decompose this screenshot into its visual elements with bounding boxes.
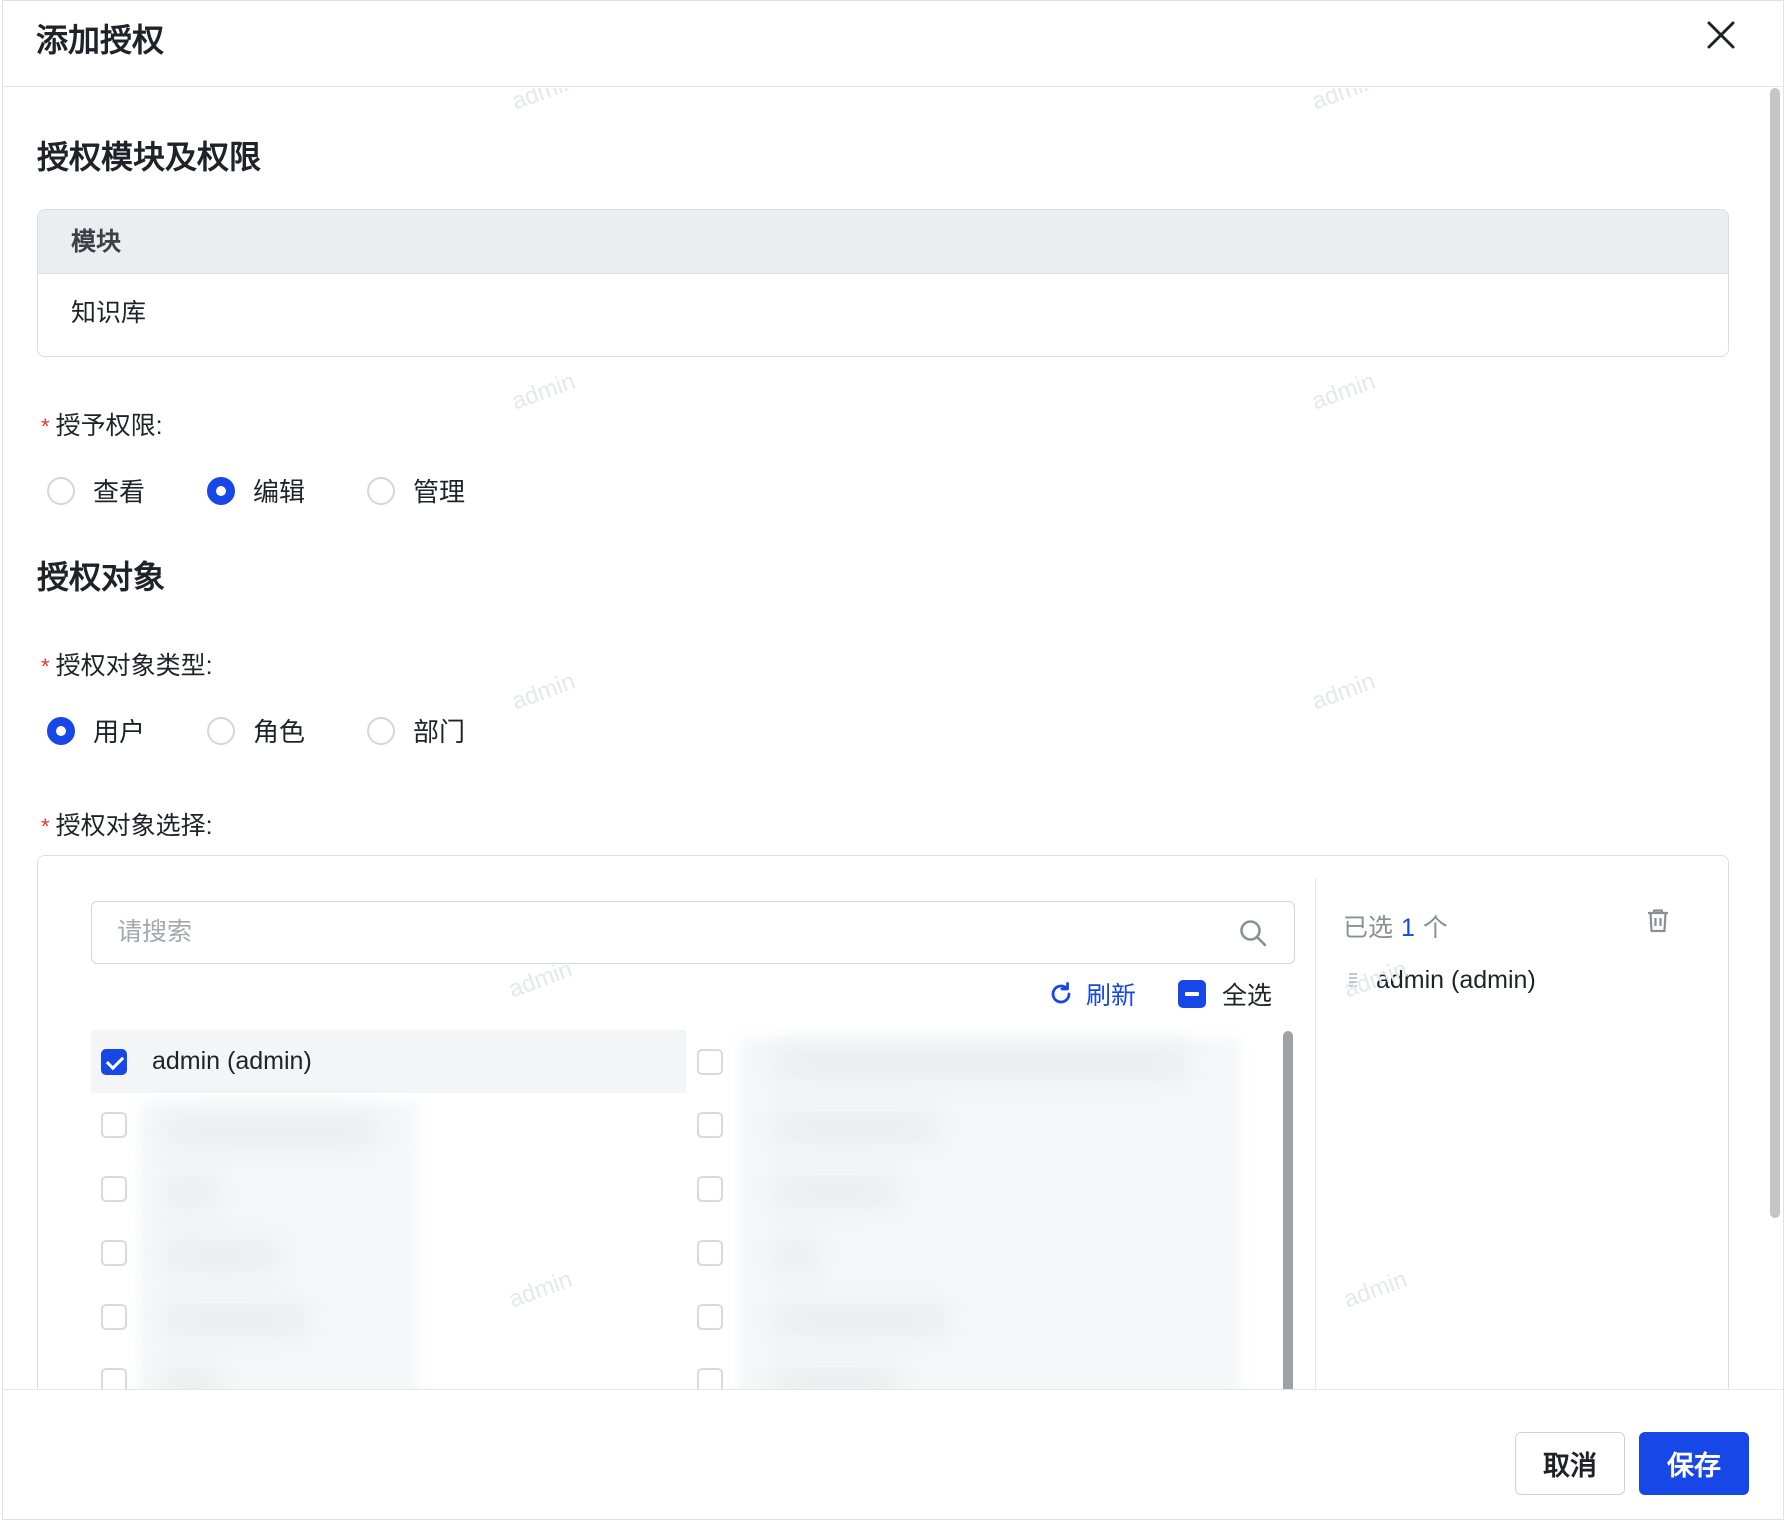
redacted-name <box>161 1368 221 1389</box>
checkbox[interactable] <box>697 1175 723 1202</box>
watermark: admin <box>1340 1265 1411 1314</box>
close-icon[interactable] <box>1703 17 1739 53</box>
redacted-name <box>771 1048 1191 1078</box>
redacted-name <box>161 1240 281 1270</box>
select-all-label: 全选 <box>1222 982 1273 1010</box>
redacted-name <box>771 1112 941 1142</box>
checkbox[interactable] <box>101 1175 127 1202</box>
list-item[interactable] <box>687 1221 727 1284</box>
redacted-name <box>771 1368 901 1389</box>
redacted-name <box>161 1304 311 1334</box>
checkbox[interactable] <box>697 1367 723 1389</box>
select-all-checkbox[interactable]: 全选 <box>1178 976 1272 1012</box>
list-item[interactable] <box>687 1285 727 1348</box>
list-item[interactable]: admin (admin) <box>91 1030 686 1093</box>
redacted-name <box>161 1116 381 1146</box>
redacted-area <box>739 1038 1239 1389</box>
checkbox[interactable] <box>697 1111 723 1138</box>
required-mark: * <box>41 654 50 679</box>
search-input[interactable] <box>92 902 1294 963</box>
section-title-target: 授权对象 <box>37 559 166 595</box>
checkbox[interactable] <box>101 1367 127 1389</box>
target-type-label: * 授权对象类型: <box>41 652 213 680</box>
list-item[interactable] <box>91 1157 131 1220</box>
radio-view[interactable]: 查看 <box>47 472 157 509</box>
redacted-name <box>161 1178 221 1208</box>
watermark: admin <box>508 667 579 716</box>
save-button[interactable]: 保存 <box>1639 1432 1749 1495</box>
permission-label: * 授予权限: <box>41 412 163 440</box>
list-item[interactable] <box>91 1221 131 1284</box>
checkbox[interactable] <box>697 1239 723 1266</box>
checkbox[interactable] <box>101 1111 127 1138</box>
table-header-module: 模块 <box>38 210 1728 274</box>
selected-item-name: admin (admin) <box>1376 966 1536 994</box>
drag-handle-icon[interactable] <box>1348 971 1358 991</box>
radio-department[interactable]: 部门 <box>367 712 477 749</box>
selected-item[interactable]: admin (admin) <box>1348 966 1536 995</box>
add-authorization-dialog: 添加授权 admin admin admin admin admin admin… <box>2 0 1784 1520</box>
checkbox[interactable] <box>697 1303 723 1330</box>
trash-icon[interactable] <box>1645 908 1671 934</box>
radio-role[interactable]: 角色 <box>207 712 317 749</box>
list-scrollbar[interactable] <box>1283 1031 1293 1389</box>
refresh-label: 刷新 <box>1086 982 1137 1010</box>
target-picker: 刷新 全选 admin (admin) <box>37 855 1729 1389</box>
table-row: 知识库 <box>71 299 147 327</box>
list-item[interactable] <box>91 1349 131 1389</box>
module-table: 模块 知识库 <box>37 209 1729 357</box>
list-item[interactable] <box>687 1349 727 1389</box>
watermark: admin <box>1308 667 1379 716</box>
checkbox[interactable] <box>101 1239 127 1266</box>
checkbox[interactable] <box>101 1303 127 1330</box>
required-mark: * <box>41 414 50 439</box>
permission-radio-group: 查看 编辑 管理 <box>47 472 527 509</box>
dialog-footer: 取消 保存 <box>3 1389 1783 1519</box>
watermark: admin <box>1308 88 1379 116</box>
dialog-scrollbar[interactable] <box>1770 88 1780 1218</box>
dialog-title: 添加授权 <box>36 22 165 58</box>
section-title-module: 授权模块及权限 <box>37 139 262 175</box>
list-item-name: admin (admin) <box>152 1047 312 1075</box>
selected-count: 已选 1 个 <box>1343 914 1448 942</box>
refresh-icon <box>1051 982 1071 1004</box>
watermark: admin <box>1308 367 1379 416</box>
list-item[interactable] <box>91 1285 131 1348</box>
candidate-list: admin (admin) <box>91 1028 1291 1389</box>
target-select-label: * 授权对象选择: <box>41 812 213 840</box>
dialog-header: 添加授权 <box>3 1 1783 87</box>
watermark: admin <box>508 88 579 116</box>
radio-edit[interactable]: 编辑 <box>207 472 317 509</box>
list-item[interactable] <box>687 1157 727 1220</box>
radio-manage[interactable]: 管理 <box>367 472 477 509</box>
panel-divider <box>1315 878 1316 1389</box>
redacted-name <box>771 1240 821 1270</box>
indeterminate-checkbox-icon <box>1178 980 1206 1008</box>
radio-user[interactable]: 用户 <box>47 712 157 749</box>
required-mark: * <box>41 814 50 839</box>
watermark: admin <box>508 367 579 416</box>
checkbox[interactable] <box>697 1048 723 1075</box>
redacted-name <box>771 1176 901 1206</box>
refresh-button[interactable]: 刷新 <box>1048 976 1136 1012</box>
list-item[interactable] <box>687 1093 727 1156</box>
search-box <box>91 901 1295 964</box>
cancel-button[interactable]: 取消 <box>1515 1432 1625 1495</box>
redacted-name <box>771 1304 951 1334</box>
list-item[interactable] <box>687 1030 727 1093</box>
target-type-radio-group: 用户 角色 部门 <box>47 712 527 749</box>
dialog-body: admin admin admin admin admin admin 授权模块… <box>3 88 1783 1389</box>
checkbox[interactable] <box>101 1048 127 1075</box>
search-icon[interactable] <box>1238 918 1268 948</box>
list-item[interactable] <box>91 1093 131 1156</box>
